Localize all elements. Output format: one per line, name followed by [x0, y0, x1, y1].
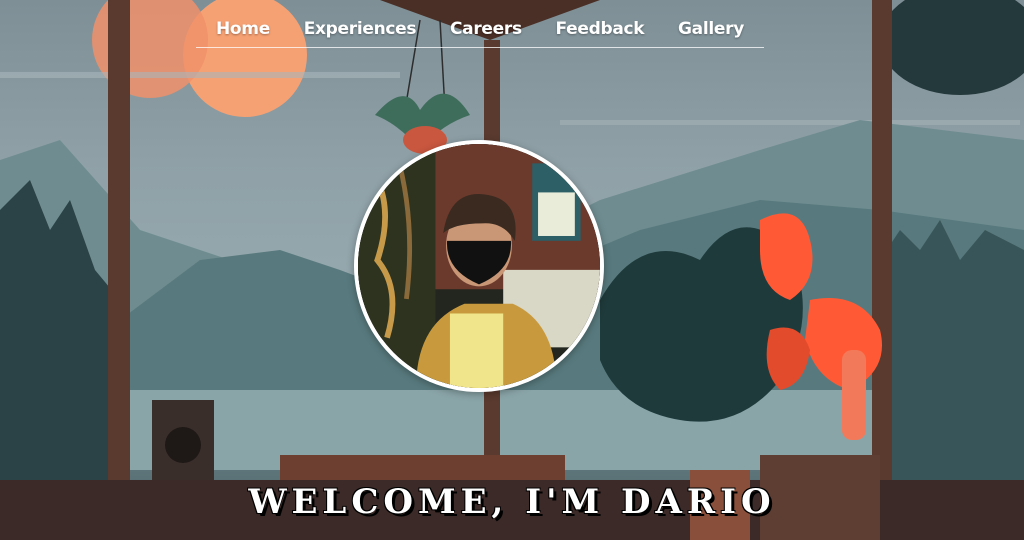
frame-post-left	[108, 0, 130, 480]
profile-photo	[358, 144, 600, 388]
hero-page: Home Experiences Careers Feedback Galler…	[0, 0, 1024, 540]
nav-item-careers[interactable]: Careers	[450, 19, 522, 39]
frame-post-right	[872, 0, 892, 480]
main-nav: Home Experiences Careers Feedback Galler…	[196, 10, 764, 48]
tree-foliage	[880, 0, 1024, 95]
cloud-streak	[0, 72, 400, 78]
page-title: WELCOME, I'M DARIO	[248, 482, 776, 522]
nav-item-home[interactable]: Home	[216, 19, 270, 39]
speaker-cone	[165, 427, 201, 463]
nav-item-gallery[interactable]: Gallery	[678, 19, 744, 39]
nav-item-experiences[interactable]: Experiences	[304, 19, 417, 39]
nav-item-feedback[interactable]: Feedback	[556, 19, 645, 39]
lava-lamp	[842, 350, 866, 440]
avatar	[354, 140, 604, 392]
cloud-streak	[560, 120, 1020, 125]
